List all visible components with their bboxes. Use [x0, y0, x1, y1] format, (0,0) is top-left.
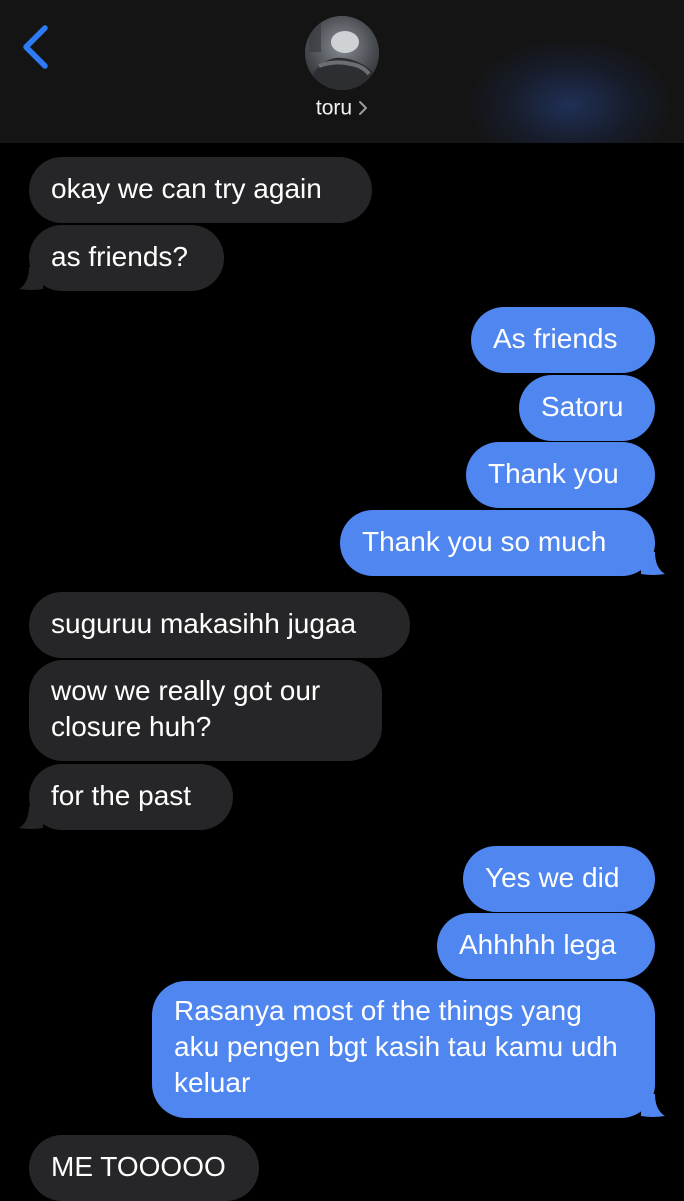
message-text: wow we really got our closure huh?: [51, 675, 321, 742]
chevron-right-icon: [359, 101, 368, 116]
message-bubble-received[interactable]: ME TOOOOO: [29, 1135, 259, 1201]
contact-name: toru: [315, 96, 353, 120]
message-bubble-sent[interactable]: As friends: [471, 307, 655, 373]
contact-avatar[interactable]: [305, 16, 379, 90]
message-bubble-sent[interactable]: Yes we did: [463, 846, 655, 912]
bubble-tail: [641, 1094, 665, 1117]
message-text: ME TOOOOO: [51, 1151, 226, 1182]
message-bubble-sent[interactable]: Rasanya most of the things yang aku peng…: [152, 981, 655, 1118]
message-thread: okay we can try again as friends? As fri…: [0, 143, 684, 1201]
message-text: Thank you: [488, 458, 619, 489]
message-text: Ahhhhh lega: [459, 929, 617, 960]
message-text: for the past: [51, 780, 192, 811]
conversation-header: toru: [0, 0, 684, 143]
message-text: suguruu makasihh jugaa: [51, 608, 357, 639]
message-text: okay we can try again: [51, 173, 322, 204]
message-bubble-sent[interactable]: Thank you so much: [340, 510, 655, 576]
message-bubble-sent[interactable]: Thank you: [466, 442, 655, 508]
header-glow: [470, 40, 670, 143]
message-text: Thank you so much: [362, 526, 607, 557]
message-text: Satoru: [541, 391, 624, 422]
message-text: As friends: [493, 323, 618, 354]
message-bubble-received[interactable]: for the past: [29, 764, 233, 830]
message-text: Yes we did: [485, 862, 620, 893]
bubble-tail: [641, 552, 665, 575]
bubble-tail: [19, 806, 43, 829]
message-bubble-sent[interactable]: Satoru: [519, 375, 655, 441]
bubble-tail: [19, 267, 43, 290]
message-bubble-sent[interactable]: Ahhhhh lega: [437, 913, 655, 979]
message-text: as friends?: [51, 241, 188, 272]
back-button[interactable]: [14, 22, 60, 72]
message-bubble-received[interactable]: as friends?: [29, 225, 224, 291]
contact-name-button[interactable]: toru: [0, 96, 684, 120]
chevron-left-icon: [23, 25, 48, 69]
message-bubble-received[interactable]: wow we really got our closure huh?: [29, 660, 382, 761]
message-bubble-received[interactable]: okay we can try again: [29, 157, 372, 223]
avatar-image: [305, 16, 379, 90]
message-bubble-received[interactable]: suguruu makasihh jugaa: [29, 592, 410, 658]
message-text: Rasanya most of the things yang aku peng…: [174, 995, 618, 1098]
